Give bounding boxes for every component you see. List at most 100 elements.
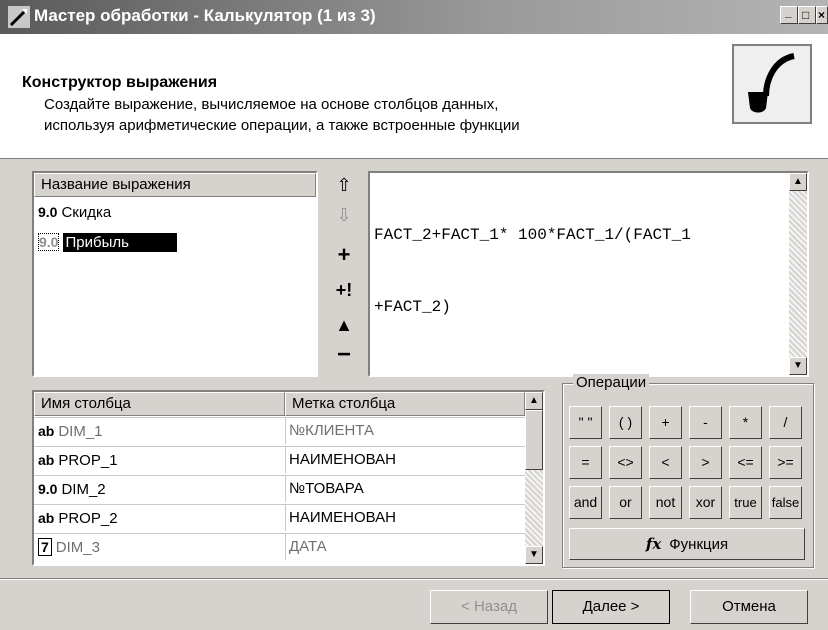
window-title: Мастер обработки - Калькулятор (1 из 3) [34, 6, 376, 25]
scrollbar-thumb[interactable] [525, 410, 543, 470]
page-title: Конструктор выражения [22, 74, 218, 91]
wizard-window: Мастер обработки - Калькулятор (1 из 3) … [0, 0, 828, 630]
column-name: DIM_1 [58, 423, 103, 440]
column-name-cell: 9.0 DIM_2 [38, 476, 283, 503]
column-name: DIM_3 [55, 539, 100, 556]
numeric-type-icon: 9.0 [38, 481, 58, 497]
back-button[interactable]: < Назад [430, 590, 548, 624]
column-label: НАИМЕНОВАН [289, 509, 396, 526]
function-icon: fx [645, 535, 662, 553]
operator-button[interactable]: >= [769, 446, 802, 479]
column-name-cell: ab PROP_2 [38, 505, 283, 532]
footer-divider [0, 578, 828, 580]
column-name-cell: 7 DIM_3 [38, 534, 283, 561]
scroll-down-icon[interactable]: ▼ [525, 546, 543, 564]
operator-button[interactable]: xor [689, 486, 722, 519]
delete-expression-icon[interactable]: − [329, 340, 359, 370]
title-bar[interactable]: Мастер обработки - Калькулятор (1 из 3) … [0, 0, 828, 34]
close-button[interactable]: × [816, 6, 828, 24]
numeric-type-icon: 9.0 [38, 204, 58, 220]
column-separator [285, 505, 286, 531]
description-line-2: используя арифметические операции, а так… [44, 117, 520, 134]
column-row[interactable]: 9.0 DIM_2 №ТОВАРА [34, 475, 525, 502]
move-up-icon[interactable]: ⇧ [329, 170, 359, 200]
operator-button[interactable]: + [649, 406, 682, 439]
maximize-icon: □ [802, 8, 810, 22]
numeric-type-icon: 9.0 [38, 233, 60, 251]
function-button[interactable]: fx Функция [569, 528, 805, 560]
column-label: НАИМЕНОВАН [289, 451, 396, 468]
columns-table[interactable]: Имя столбца Метка столбца ab DIM_1 №КЛИЕНТ… [32, 390, 545, 566]
expressions-list[interactable]: Название выражения 9.0 Скидка 9.0 Прибыль [32, 171, 318, 377]
column-separator [285, 447, 286, 473]
operator-button[interactable]: - [689, 406, 722, 439]
operator-button[interactable]: or [609, 486, 642, 519]
column-name: DIM_2 [61, 481, 106, 498]
minimize-icon: _ [785, 5, 792, 19]
column-label: №КЛИЕНТА [289, 422, 374, 439]
function-label: Функция [669, 536, 729, 553]
operator-button[interactable]: * [729, 406, 762, 439]
maximize-button[interactable]: □ [798, 6, 816, 24]
column-separator [285, 534, 286, 560]
operator-button[interactable]: and [569, 486, 602, 519]
column-name-cell: ab DIM_1 [38, 418, 283, 445]
page-description: Создайте выражение, вычисляемое на основ… [44, 94, 684, 136]
column-row[interactable]: ab PROP_2 НАИМЕНОВАН [34, 504, 525, 531]
column-name-cell: ab PROP_1 [38, 447, 283, 474]
text-type-icon: ab [38, 423, 55, 439]
operator-button[interactable]: = [569, 446, 602, 479]
expression-label: Прибыль [63, 233, 177, 252]
operator-button[interactable]: > [689, 446, 722, 479]
operations-legend: Операции [573, 374, 650, 391]
column-name: PROP_2 [58, 510, 118, 527]
expression-editor[interactable]: FACT_2+FACT_1* 100*FACT_1/(FACT_1 +FACT_… [368, 171, 809, 377]
column-separator [285, 418, 286, 444]
minimize-button[interactable]: _ [780, 5, 798, 24]
editor-scrollbar[interactable] [789, 173, 807, 375]
wizard-header: Конструктор выражения Создайте выражение… [0, 34, 828, 159]
scroll-down-icon[interactable]: ▼ [789, 357, 807, 375]
collapse-icon[interactable]: ▲ [329, 310, 359, 340]
column-row[interactable]: 7 DIM_3 ДАТА [34, 533, 525, 560]
column-label: №ТОВАРА [289, 480, 364, 497]
scroll-up-icon[interactable]: ▲ [789, 173, 807, 191]
column-label-header[interactable]: Метка столбца [285, 392, 525, 416]
scroll-up-icon[interactable]: ▲ [525, 392, 543, 410]
column-label: ДАТА [289, 538, 327, 555]
add-copy-expression-icon[interactable]: +! [329, 275, 359, 305]
operator-button[interactable]: " " [569, 406, 602, 439]
column-name-header[interactable]: Имя столбца [34, 392, 285, 416]
expression-label: Скидка [61, 204, 112, 221]
expression-text[interactable]: FACT_2+FACT_1* 100*FACT_1/(FACT_1 +FACT_… [374, 175, 691, 367]
operator-button[interactable]: ( ) [609, 406, 642, 439]
move-down-icon[interactable]: ⇩ [329, 200, 359, 230]
operator-button[interactable]: true [729, 486, 762, 519]
close-icon: × [818, 8, 826, 22]
operations-group: Операции " "( ) + - * / = <> < > <= >= and or not xor t… [562, 374, 814, 568]
text-type-icon: ab [38, 452, 55, 468]
column-name: PROP_1 [58, 452, 118, 469]
wand-icon [8, 6, 30, 28]
column-row[interactable]: ab PROP_1 НАИМЕНОВАН [34, 446, 525, 473]
date-type-icon: 7 [38, 538, 52, 556]
text-type-icon: ab [38, 510, 55, 526]
operator-button[interactable]: < [649, 446, 682, 479]
next-button[interactable]: Далее > [552, 590, 670, 624]
description-line-1: Создайте выражение, вычисляемое на основ… [44, 96, 499, 113]
add-expression-icon[interactable]: + [329, 240, 359, 270]
expression-line-1: FACT_2+FACT_1* 100*FACT_1/(FACT_1 [374, 226, 691, 244]
expression-name-header[interactable]: Название выражения [34, 173, 316, 197]
expression-item-discount[interactable]: 9.0 Скидка [34, 199, 316, 225]
operator-button[interactable]: not [649, 486, 682, 519]
expression-line-2: +FACT_2) [374, 298, 451, 316]
cancel-button[interactable]: Отмена [690, 590, 808, 624]
operator-button[interactable]: <> [609, 446, 642, 479]
pipe-logo-icon [732, 44, 812, 124]
operator-button[interactable]: <= [729, 446, 762, 479]
expression-item-profit[interactable]: 9.0 Прибыль [34, 229, 316, 255]
operator-button[interactable]: false [769, 486, 802, 519]
operator-button[interactable]: / [769, 406, 802, 439]
column-row[interactable]: ab DIM_1 №КЛИЕНТА [34, 417, 525, 444]
column-separator [285, 476, 286, 502]
